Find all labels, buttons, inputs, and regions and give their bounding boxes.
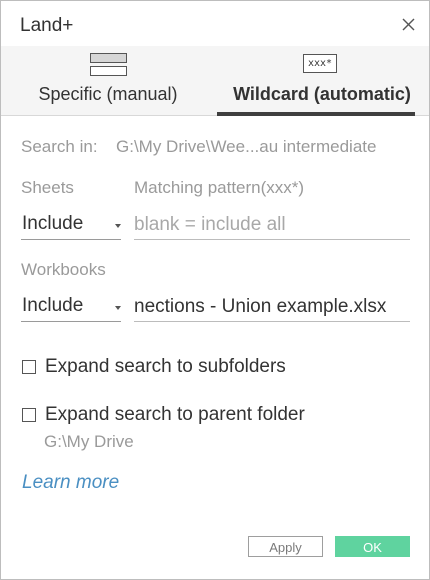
tab-specific-manual[interactable]: Specific (manual) [1,46,215,115]
sheets-pattern-field[interactable] [134,213,410,240]
dialog-title: Land+ [20,15,74,36]
search-in-label: Search in: [21,137,98,156]
land-plus-dialog: Land+ Specific (manual) xxx* Wildcard (a… [0,0,430,580]
tab-wildcard-automatic[interactable]: xxx* Wildcard (automatic) [215,46,429,116]
sheets-pattern-input[interactable] [134,213,410,237]
learn-more-link[interactable]: Learn more [22,472,119,494]
checkbox-box [22,408,36,422]
matching-pattern-label: Matching pattern(xxx*) [134,178,305,197]
workbooks-label: Workbooks [21,260,106,279]
wildcard-box-icon: xxx* [303,54,337,73]
sheets-include-select[interactable]: Include [21,213,121,240]
expand-parent-label: Expand search to parent folder [45,404,305,425]
apply-button[interactable]: Apply [248,536,323,557]
sheets-include-value: Include [22,213,84,234]
workbooks-include-value: Include [22,295,84,316]
expand-subfolders-checkbox[interactable]: Expand search to subfolders [22,356,322,380]
workbooks-include-select[interactable]: Include [21,295,121,322]
expand-subfolders-label: Expand search to subfolders [45,356,286,377]
tab-wildcard-label: Wildcard (automatic) [233,84,411,104]
expand-parent-checkbox[interactable]: Expand search to parent folder [22,404,342,428]
search-in-path: G:\My Drive\Wee...au intermediate [116,137,377,156]
parent-folder-path: G:\My Drive [44,432,134,451]
workbooks-pattern-input[interactable] [134,295,410,319]
mode-tab-bar: Specific (manual) xxx* Wildcard (automat… [1,46,429,116]
chevron-down-icon [115,224,121,228]
wildcard-panel: Search in: G:\My Drive\Wee...au intermed… [1,116,429,579]
chevron-down-icon [115,306,121,310]
checkbox-box [22,360,36,374]
sheets-label: Sheets [21,178,74,197]
ok-button[interactable]: OK [335,536,410,557]
tab-specific-label: Specific (manual) [38,84,178,104]
workbooks-pattern-field[interactable] [134,295,410,322]
close-icon[interactable] [399,15,419,35]
stacked-sheets-icon [90,53,128,82]
